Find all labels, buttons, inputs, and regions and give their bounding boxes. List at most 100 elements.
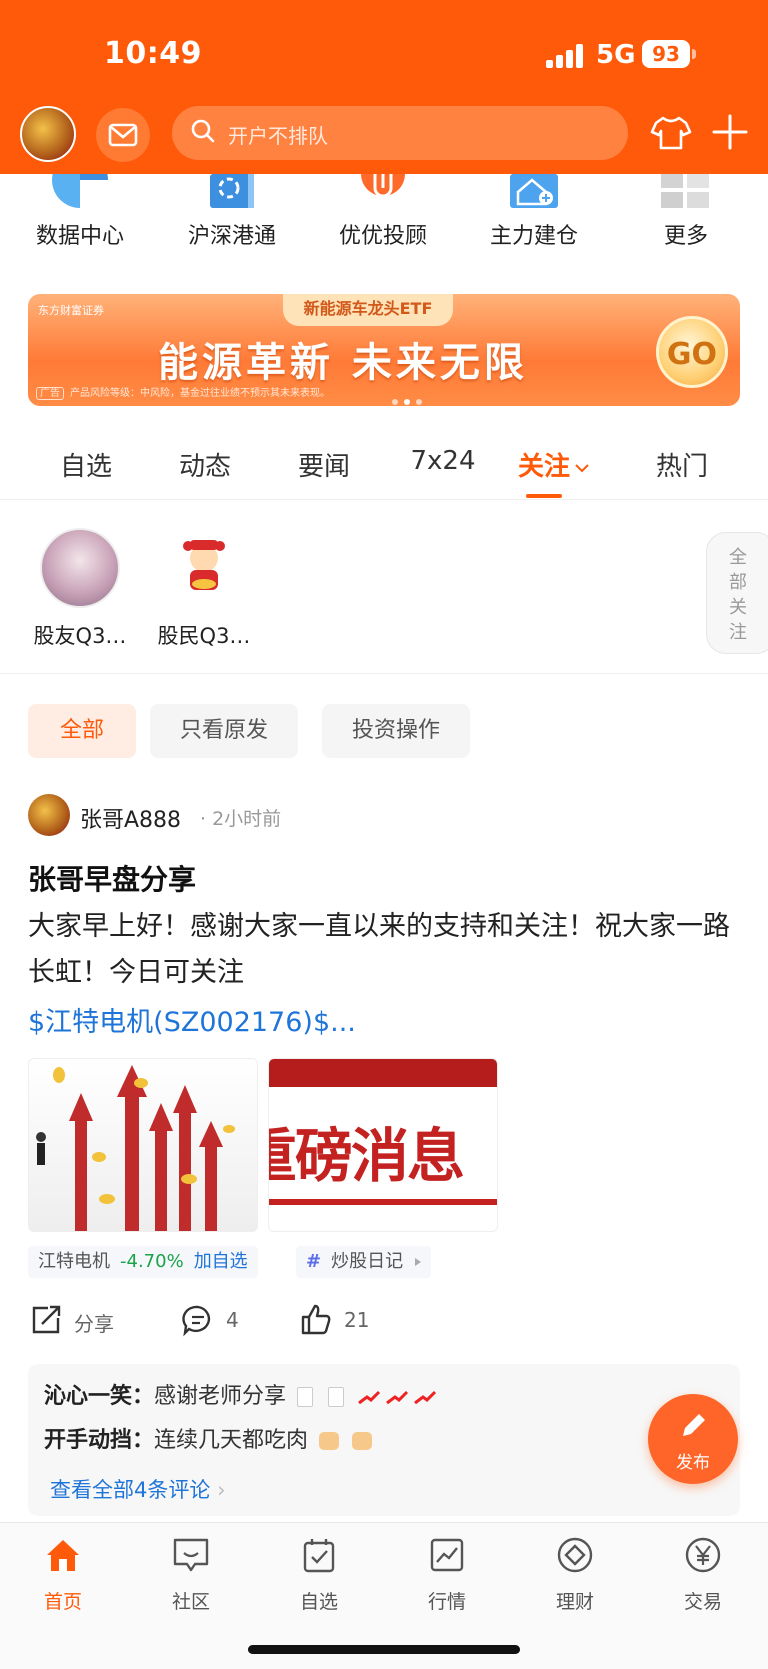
topic-label: 炒股日记 <box>331 1251 404 1272</box>
stock-name: 江特电机 <box>38 1251 110 1272</box>
comment-count: 4 <box>226 1308 239 1332</box>
home-icon <box>47 1540 79 1571</box>
filter-investment-ops[interactable]: 投资操作 <box>322 704 470 758</box>
following-user-name: 股民Q3… <box>157 624 251 648</box>
comment-item: 开手动挡：连续几天都吃肉 <box>44 1422 373 1454</box>
quick-entry-data-center[interactable]: 数据中心 <box>5 152 155 249</box>
quick-entry-label: 更多 <box>663 224 708 249</box>
nav-home[interactable]: 首页 <box>3 1535 123 1613</box>
nav-label: 首页 <box>43 1591 82 1613</box>
mail-icon <box>108 123 138 147</box>
comment-user[interactable]: 沁心一笑： <box>44 1384 154 1409</box>
post-stock-link[interactable]: $江特电机(SZ002176)$... <box>28 1000 356 1039</box>
following-user-name: 股友Q3… <box>33 624 127 648</box>
following-user[interactable]: 股友Q3… <box>15 528 145 650</box>
all-following-button[interactable]: 全部关注 <box>706 532 768 654</box>
banner-pager <box>392 390 428 406</box>
tab-news[interactable]: 要闻 <box>274 446 374 483</box>
comment-item: 沁心一笑：感谢老师分享 <box>44 1378 439 1410</box>
thumbs-up-emoji-icon <box>319 1432 340 1450</box>
filter-all[interactable]: 全部 <box>28 704 136 758</box>
chevron-right-icon: › <box>217 1478 226 1502</box>
quick-entry-hk-connect[interactable]: 沪深港通 <box>157 174 307 249</box>
like-count: 21 <box>344 1308 370 1332</box>
clip-icon <box>355 174 411 208</box>
tab-updates[interactable]: 动态 <box>155 446 255 483</box>
skin-theme-icon[interactable] <box>648 110 694 156</box>
avatar <box>40 528 120 608</box>
banner-tag: 新能源车龙头ETF <box>283 294 453 326</box>
nav-watchlist[interactable]: 自选 <box>259 1535 379 1613</box>
nav-label: 社区 <box>171 1591 210 1613</box>
nav-market[interactable]: 行情 <box>387 1535 507 1613</box>
comment-text: 感谢老师分享 <box>154 1384 287 1409</box>
post-author-avatar[interactable] <box>28 794 70 836</box>
post-title: 张哥早盘分享 <box>28 863 197 896</box>
grid-icon <box>658 174 714 208</box>
home-indicator <box>248 1645 520 1654</box>
quick-entry-label: 主力建仓 <box>489 224 578 249</box>
post-author-name[interactable]: 张哥A888 <box>80 802 181 834</box>
status-bar: 10:49 5G 93 <box>0 0 768 98</box>
filter-original-only[interactable]: 只看原发 <box>150 704 298 758</box>
tab-7x24[interactable]: 7x24 <box>393 446 493 476</box>
tab-following[interactable]: 关注 <box>504 446 604 483</box>
view-all-comments-link[interactable]: 查看全部4条评论 › <box>50 1474 225 1504</box>
search-input[interactable]: 开户不排队 <box>172 106 628 160</box>
network-type: 5G <box>596 40 636 70</box>
signal-icon <box>546 44 586 68</box>
post-image-big-news[interactable]: 重磅消息 <box>268 1058 498 1232</box>
quick-entry-advisor[interactable]: 优优投顾 <box>308 174 458 249</box>
stock-change: -4.70% <box>120 1251 184 1272</box>
search-placeholder: 开户不排队 <box>228 124 328 148</box>
tab-watchlist[interactable]: 自选 <box>36 446 136 483</box>
ad-label: 广告 <box>36 387 64 400</box>
comment-preview[interactable]: 沁心一笑：感谢老师分享 开手动挡：连续几天都吃肉 查看全部4条评论 › <box>28 1364 740 1516</box>
topic-tag[interactable]: # 炒股日记 <box>296 1246 432 1278</box>
post-body: 大家早上好！感谢大家一直以来的支持和关注！祝大家一路长虹！今日可关注 <box>28 911 730 988</box>
share-icon <box>32 1305 61 1334</box>
quick-entry-label: 沪深港通 <box>187 224 276 249</box>
thumbs-up-emoji-icon <box>352 1432 373 1450</box>
nav-community[interactable]: 社区 <box>131 1535 251 1613</box>
banner-brand: 东方财富证券 <box>38 304 104 317</box>
nav-label: 理财 <box>555 1591 594 1613</box>
status-time: 10:49 <box>104 36 202 71</box>
hashtag-icon: # <box>306 1251 322 1272</box>
tab-following-label: 关注 <box>517 452 570 482</box>
related-stock-tag[interactable]: 江特电机 -4.70% 加自选 <box>28 1246 258 1278</box>
post-image-text: 重磅消息 <box>269 1122 465 1190</box>
quick-entry-main-force[interactable]: 主力建仓 <box>459 174 609 249</box>
quick-entry-more[interactable]: 更多 <box>611 174 761 249</box>
publish-label: 发布 <box>676 1453 710 1473</box>
bauhinia-icon <box>204 174 260 208</box>
post-image-arrows[interactable] <box>28 1058 258 1232</box>
view-all-comments-label: 查看全部4条评论 <box>50 1478 211 1502</box>
comment-icon <box>182 1305 211 1337</box>
quick-entry-label: 优优投顾 <box>338 224 427 249</box>
mail-button[interactable] <box>96 108 150 162</box>
add-icon[interactable] <box>710 112 750 152</box>
app-header: 开户不排队 <box>0 98 768 174</box>
add-watchlist-link[interactable]: 加自选 <box>194 1251 248 1272</box>
promo-banner[interactable]: 东方财富证券 新能源车龙头ETF 能源革新 未来无限 广告 产品风险等级：中风险，… <box>28 294 740 406</box>
checklist-icon <box>303 1539 335 1573</box>
chevron-down-icon <box>575 463 589 472</box>
publish-button[interactable]: 发布 <box>648 1394 738 1484</box>
banner-go-button[interactable]: GO <box>656 316 728 388</box>
avatar <box>164 528 244 608</box>
following-user[interactable]: 股民Q3… <box>139 528 269 650</box>
comment-user[interactable]: 开手动挡： <box>44 1428 154 1453</box>
nav-trade[interactable]: 交易 <box>643 1535 763 1613</box>
tab-hot[interactable]: 热门 <box>632 446 732 483</box>
quick-entry-row: 数据中心 沪深港通 优优投顾 主力建仓 更多 <box>0 152 768 274</box>
search-icon <box>191 119 215 143</box>
comment-text: 连续几天都吃肉 <box>154 1428 309 1453</box>
user-avatar[interactable] <box>20 106 76 162</box>
house-plus-icon <box>506 174 562 208</box>
risk-disclosure: 产品风险等级：中风险，基金过往业绩不预示其未来表现。 <box>70 388 330 399</box>
nav-wealth[interactable]: 理财 <box>515 1535 635 1613</box>
banner-headline: 能源革新 未来无限 <box>158 340 528 386</box>
banner-risk-text: 广告 产品风险等级：中风险，基金过往业绩不预示其未来表现。 <box>36 384 330 400</box>
all-following-label: 全部关注 <box>729 547 747 643</box>
